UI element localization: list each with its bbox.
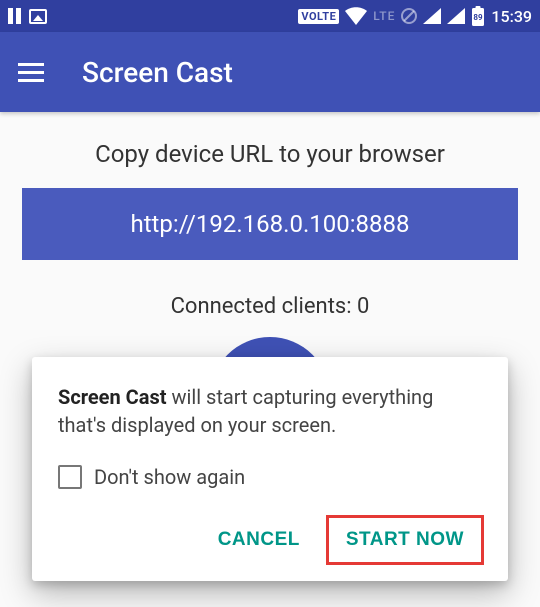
dont-show-checkbox[interactable] [58, 465, 82, 489]
signal-icon-1 [423, 8, 441, 24]
device-url[interactable]: http://192.168.0.100:8888 [22, 188, 518, 260]
wifi-icon [345, 7, 367, 25]
instruction-text: Copy device URL to your browser [22, 140, 518, 168]
svg-text:89: 89 [474, 13, 484, 22]
volte-badge: VOLTE [298, 9, 339, 24]
battery-icon: 89 [471, 6, 485, 26]
app-title: Screen Cast [82, 56, 233, 89]
signal-icon-2 [447, 8, 465, 24]
lte-label: LTE [373, 9, 395, 23]
pause-icon [8, 8, 21, 24]
menu-icon[interactable] [18, 63, 44, 82]
picture-icon [29, 9, 47, 24]
statusbar: VOLTE LTE 89 15:39 [0, 0, 540, 32]
dont-show-label: Don't show again [94, 463, 245, 491]
appbar: Screen Cast [0, 32, 540, 112]
dialog-message: Screen Cast will start capturing everyth… [58, 383, 482, 439]
start-now-button[interactable]: START NOW [328, 517, 482, 563]
dialog-app-name: Screen Cast [58, 385, 167, 409]
clock: 15:39 [491, 7, 532, 26]
permission-dialog: Screen Cast will start capturing everyth… [32, 357, 508, 581]
cancel-button[interactable]: CANCEL [200, 517, 318, 563]
no-data-icon [401, 8, 417, 24]
connected-clients: Connected clients: 0 [22, 294, 518, 319]
